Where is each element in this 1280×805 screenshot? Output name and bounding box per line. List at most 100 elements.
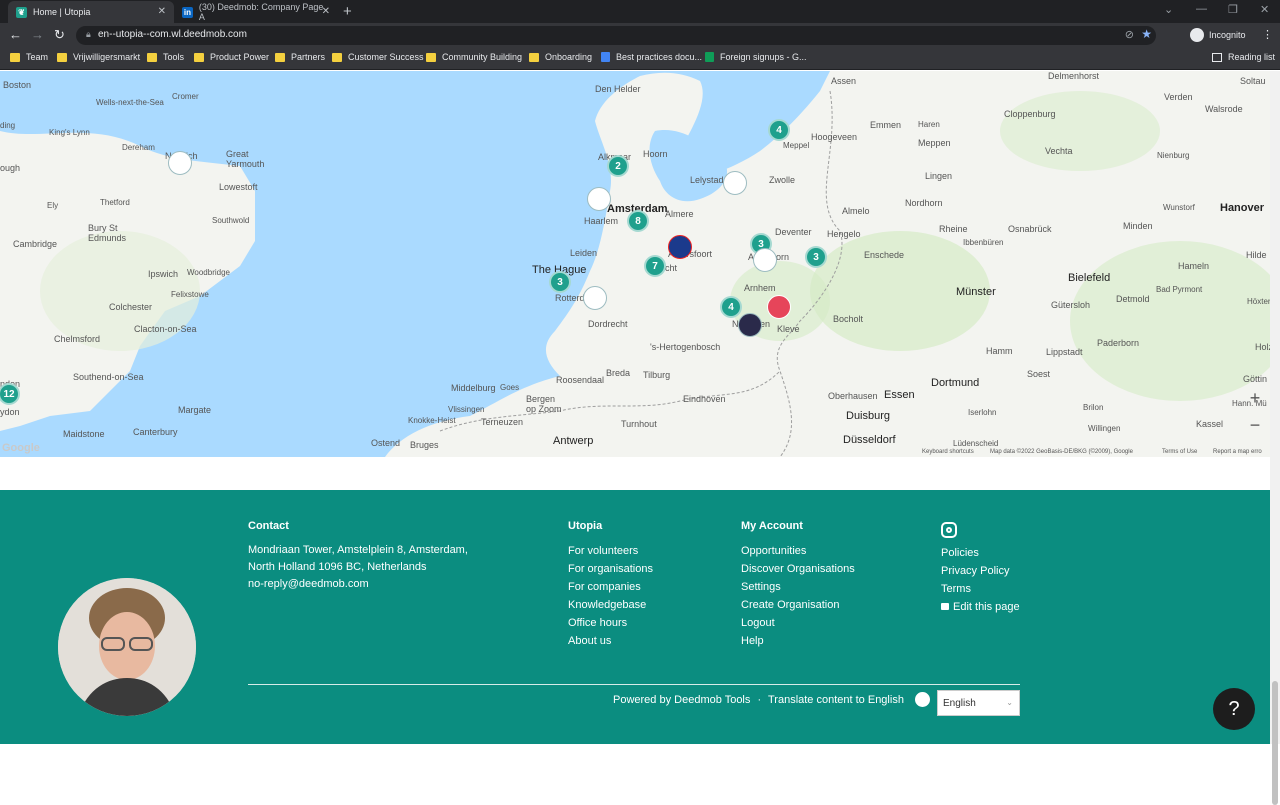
bookmark-label: Tools (163, 52, 185, 62)
city-label: Höxter (1247, 297, 1271, 306)
menu-icon[interactable]: ⋮ (1262, 28, 1273, 41)
contact-email[interactable]: no-reply@deedmob.com (248, 576, 468, 593)
forward-icon[interactable]: → (31, 27, 44, 42)
city-label: Cloppenburg (1004, 109, 1056, 119)
city-label: Arnhem (744, 283, 776, 293)
close-window-icon[interactable]: ✕ (1260, 3, 1269, 16)
footer-link-knowledgebase[interactable]: Knowledgebase (568, 596, 653, 614)
footer-link-office-hours[interactable]: Office hours (568, 614, 653, 632)
bookmark-vrijwilligersmarkt[interactable]: Vrijwilligersmarkt (57, 52, 140, 62)
restore-icon[interactable]: ❐ (1228, 3, 1238, 16)
footer-link-for-companies[interactable]: For companies (568, 578, 653, 596)
bookmark-best-practices[interactable]: Best practices docu... (601, 52, 702, 62)
footer-my-account: My Account Opportunities Discover Organi… (741, 520, 855, 650)
city-label: Duisburg (846, 410, 891, 422)
footer-link-for-organisations[interactable]: For organisations (568, 560, 653, 578)
reading-list-icon (1212, 52, 1222, 62)
bookmark-tools[interactable]: Tools (147, 52, 184, 62)
city-label: Goes (500, 383, 520, 392)
back-icon[interactable]: ← (9, 27, 22, 42)
footer-heading: My Account (741, 520, 803, 532)
bookmark-community-building[interactable]: Community Building (426, 52, 522, 62)
footer-link-privacy-policy[interactable]: Privacy Policy (941, 562, 1020, 580)
city-label: Bergen op Zoom (526, 394, 562, 414)
organisation-logo-marker[interactable] (168, 151, 192, 175)
city-label: Canterbury (133, 427, 178, 437)
tab-deedmob-linkedin[interactable]: in (30) Deedmob: Company Page A ✕ (174, 1, 338, 23)
map-cluster-marker[interactable]: 7 (644, 255, 666, 277)
map-cluster-marker[interactable]: 4 (768, 119, 790, 141)
city-label: Bielefeld (1068, 272, 1111, 284)
organisation-logo-marker[interactable] (723, 171, 747, 195)
footer-link-about-us[interactable]: About us (568, 632, 653, 650)
zoom-in-button[interactable]: + (1244, 387, 1266, 409)
city-label: Ely (47, 201, 59, 210)
footer-link-create-organisation[interactable]: Create Organisation (741, 596, 855, 614)
close-tab-icon[interactable]: ✕ (158, 6, 166, 17)
google-sheets-icon (705, 52, 714, 62)
bookmark-team[interactable]: Team (10, 52, 48, 62)
footer-link-discover-organisations[interactable]: Discover Organisations (741, 560, 855, 578)
city-label: Breda (606, 368, 631, 378)
bookmark-product-power[interactable]: Product Power (194, 52, 269, 62)
incognito-indicator[interactable]: Incognito (1190, 28, 1246, 42)
city-label: Enschede (864, 250, 905, 260)
zoom-out-button[interactable]: − (1244, 414, 1266, 436)
close-tab-icon[interactable]: ✕ (322, 6, 330, 17)
city-label: Dordrecht (588, 319, 628, 329)
city-label: Hameln (1178, 261, 1210, 271)
footer-link-terms[interactable]: Terms (941, 580, 1020, 598)
footer-link-policies[interactable]: Policies (941, 544, 1020, 562)
city-label: Göttin (1243, 374, 1268, 384)
footer-link-logout[interactable]: Logout (741, 614, 855, 632)
bookmark-onboarding[interactable]: Onboarding (529, 52, 592, 62)
keyboard-shortcuts-link[interactable]: Keyboard shortcuts (922, 449, 974, 455)
map-base (0, 71, 1280, 457)
translate-toggle[interactable] (915, 692, 930, 707)
organisation-logo-marker[interactable] (753, 248, 777, 272)
language-select[interactable]: English ⌄ (937, 690, 1020, 716)
bookmark-partners[interactable]: Partners (275, 52, 325, 62)
map-cluster-marker[interactable]: 3 (549, 271, 571, 293)
organisation-logo-marker[interactable] (583, 286, 607, 310)
eye-off-icon[interactable]: ⊘ (1125, 28, 1134, 41)
map[interactable]: Boston Wells-next-the-Sea Cromer ding Ki… (0, 71, 1280, 457)
organisation-logo-marker[interactable] (668, 235, 692, 259)
map-cluster-marker[interactable]: 3 (805, 246, 827, 268)
reading-list[interactable]: Reading list (1212, 52, 1275, 62)
new-tab-button[interactable]: + (343, 3, 352, 20)
minimize-icon[interactable]: — (1196, 3, 1207, 15)
terms-of-use-link[interactable]: Terms of Use (1162, 449, 1197, 455)
page-scrollbar[interactable] (1270, 71, 1280, 805)
footer-link-opportunities[interactable]: Opportunities (741, 542, 855, 560)
report-map-error-link[interactable]: Report a map erro (1213, 449, 1262, 455)
edit-this-page-link[interactable]: Edit this page (941, 598, 1020, 616)
city-label: Knokke-Heist (408, 416, 456, 425)
reload-icon[interactable]: ↻ (54, 27, 65, 43)
powered-by-link[interactable]: Powered by Deedmob Tools (613, 694, 750, 706)
organisation-logo-marker[interactable] (738, 313, 762, 337)
tab-search-icon[interactable]: ⌄ (1164, 3, 1173, 16)
folder-icon (147, 52, 157, 62)
map-cluster-marker[interactable]: 8 (627, 210, 649, 232)
organisation-logo-marker[interactable] (587, 187, 611, 211)
google-logo[interactable]: Google (2, 442, 40, 454)
tab-home-utopia[interactable]: ❦ Home | Utopia ✕ (8, 1, 174, 23)
scrollbar-thumb[interactable] (1272, 681, 1278, 805)
organisation-logo-marker[interactable] (767, 295, 791, 319)
bookmark-foreign-signups[interactable]: Foreign signups - G... (705, 52, 807, 62)
footer-link-help[interactable]: Help (741, 632, 855, 650)
footer-link-for-volunteers[interactable]: For volunteers (568, 542, 653, 560)
instagram-icon[interactable] (941, 522, 957, 538)
footer-link-settings[interactable]: Settings (741, 578, 855, 596)
map-cluster-marker[interactable]: 4 (720, 296, 742, 318)
address-bar[interactable]: 🔒︎ en--utopia--com.wl.deedmob.com ⊘ ★ (76, 26, 1156, 45)
city-label: Bruges (410, 440, 439, 450)
city-label: Dortmund (931, 377, 980, 389)
footer-contact: Contact Mondriaan Tower, Amstelplein 8, … (248, 520, 468, 593)
help-button[interactable]: ? (1213, 688, 1255, 730)
map-cluster-marker[interactable]: 2 (607, 155, 629, 177)
folder-icon (426, 52, 436, 62)
bookmark-customer-success[interactable]: Customer Success (332, 52, 424, 62)
bookmark-star-icon[interactable]: ★ (1141, 27, 1152, 41)
